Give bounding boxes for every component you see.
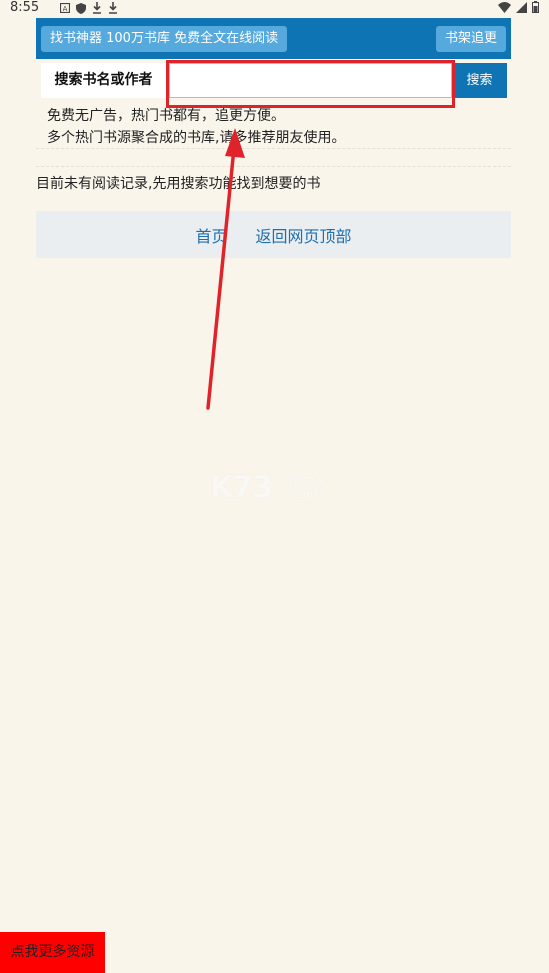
watermark-logo: K73 游戏之家 .com (210, 470, 340, 510)
top-bar: 找书神器 100万书库 免费全文在线阅读 书架追更 (36, 18, 511, 59)
search-button[interactable]: 搜索 (452, 63, 507, 98)
site-title-button[interactable]: 找书神器 100万书库 免费全文在线阅读 (41, 26, 288, 52)
status-bar: 8:55 A (0, 0, 549, 17)
status-time: 8:55 (10, 0, 40, 15)
no-record-message: 目前未有阅读记录,先用搜索功能找到想要的书 (36, 176, 321, 192)
back-to-top-link[interactable]: 返回网页顶部 (256, 223, 352, 247)
download-icon (93, 2, 101, 14)
wifi-icon (498, 1, 511, 13)
status-system-icons (498, 1, 539, 13)
more-resources-button[interactable]: 点我更多资源 (0, 932, 105, 973)
watermark-domain: .com (290, 488, 317, 501)
signal-icon (516, 1, 527, 13)
footer-nav: 首页 返回网页顶部 (36, 211, 511, 258)
notice-line: 免费无广告，热门书都有，追更方便。 (47, 108, 285, 124)
watermark-main: K73 (210, 470, 273, 505)
battery-icon (532, 1, 539, 13)
download-icon (109, 2, 117, 14)
bookshelf-button[interactable]: 书架追更 (435, 26, 506, 52)
divider (36, 166, 511, 167)
search-label: 搜索书名或作者 (41, 63, 166, 98)
status-notification-icons: A (60, 2, 118, 14)
shield-icon (76, 2, 86, 14)
divider (36, 148, 511, 149)
highlight-box (166, 60, 455, 108)
notice-line: 多个热门书源聚合成的书库,请多推荐朋友使用。 (47, 130, 346, 146)
app-a-icon: A (60, 3, 70, 13)
home-link[interactable]: 首页 (195, 223, 227, 247)
notice-text: 免费无广告，热门书都有，追更方便。 多个热门书源聚合成的书库,请多推荐朋友使用。 (47, 105, 345, 149)
svg-text:A: A (63, 5, 68, 13)
watermark-sub: 游戏之家 (282, 474, 326, 487)
